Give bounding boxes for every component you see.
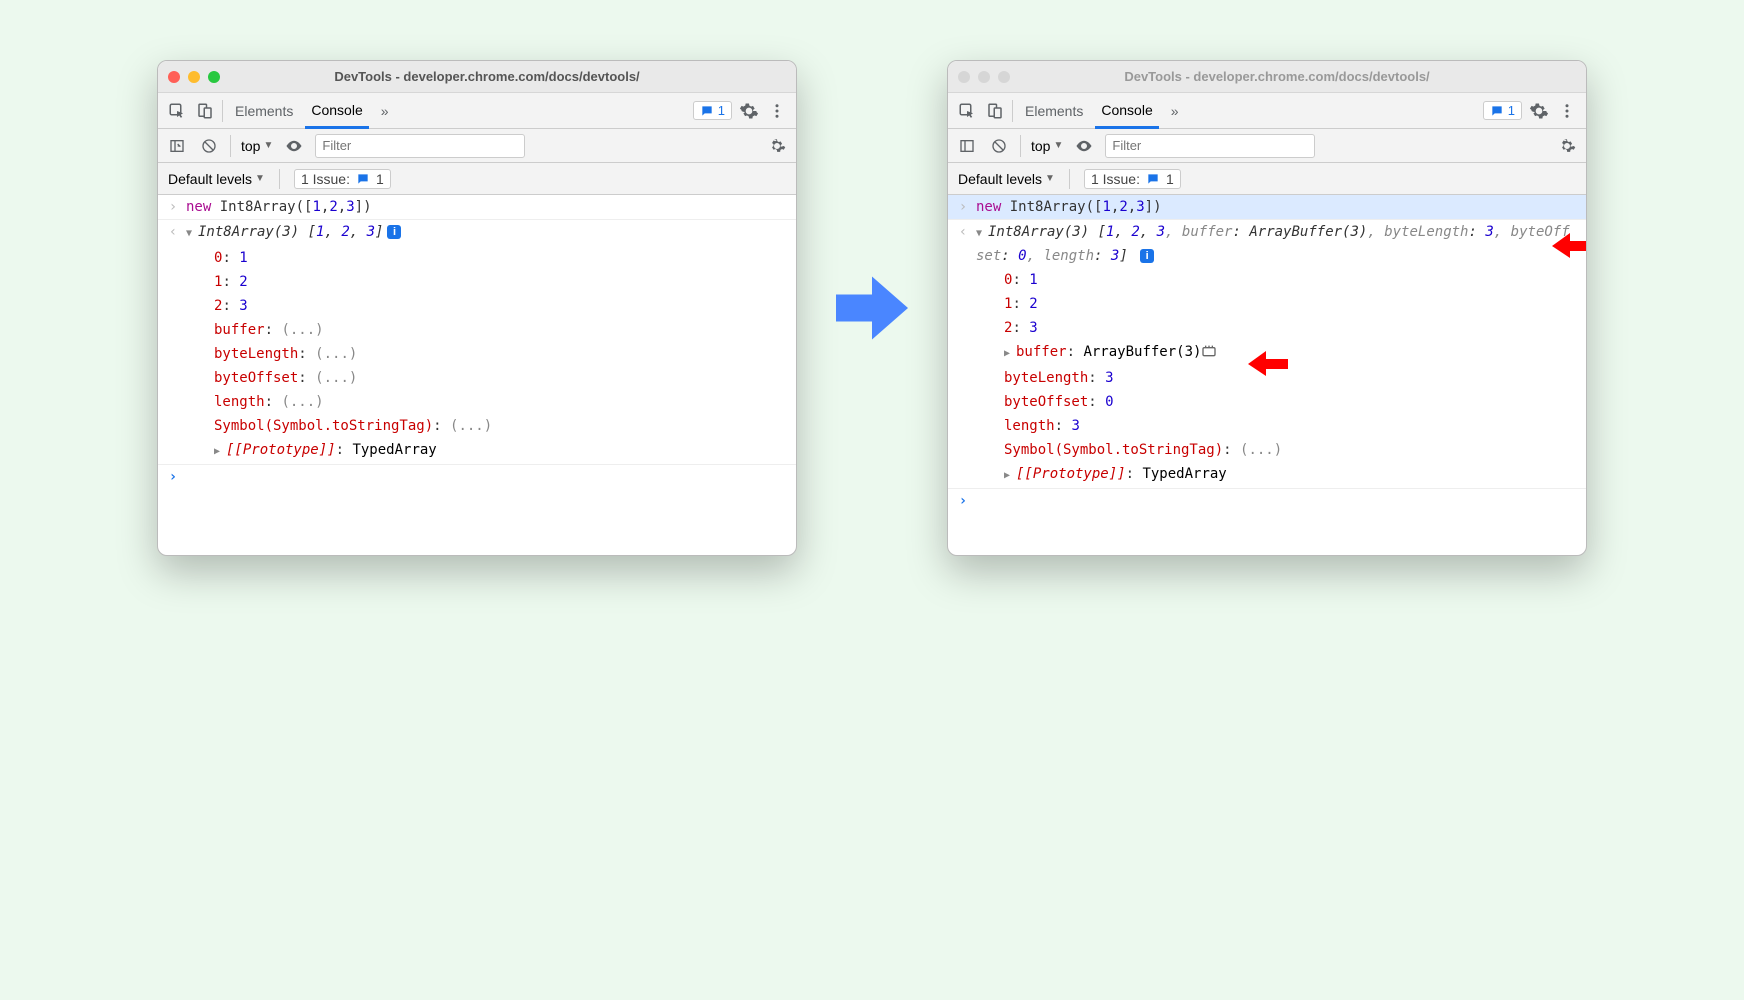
window-title: DevTools - developer.chrome.com/docs/dev… bbox=[228, 69, 786, 84]
lazy-prop[interactable]: byteLength: (...) bbox=[158, 342, 796, 366]
transition-arrow-icon bbox=[827, 263, 917, 353]
context-selector[interactable]: top ▼ bbox=[241, 138, 273, 154]
issues-count: 1 bbox=[376, 171, 384, 187]
filter-input[interactable] bbox=[1105, 134, 1315, 158]
device-toggle-icon[interactable] bbox=[984, 100, 1006, 122]
lazy-prop[interactable]: Symbol(Symbol.toStringTag): (...) bbox=[158, 414, 796, 438]
console-settings-gear-icon[interactable] bbox=[766, 135, 788, 157]
console-settings-gear-icon[interactable] bbox=[1556, 135, 1578, 157]
console-filterbar: Default levels ▼ 1 Issue: 1 bbox=[948, 163, 1586, 195]
inspect-icon[interactable] bbox=[166, 100, 188, 122]
minimize-dot-icon[interactable] bbox=[978, 71, 990, 83]
console-sidebar-toggle-icon[interactable] bbox=[956, 135, 978, 157]
console-filterbar: Default levels ▼ 1 Issue: 1 bbox=[158, 163, 796, 195]
lazy-prop[interactable]: length: (...) bbox=[158, 390, 796, 414]
prompt-row[interactable]: › bbox=[158, 465, 796, 489]
titlebar[interactable]: DevTools - developer.chrome.com/docs/dev… bbox=[948, 61, 1586, 93]
input-chevron-icon: › bbox=[166, 196, 180, 218]
device-toggle-icon[interactable] bbox=[194, 100, 216, 122]
zoom-dot-icon[interactable] bbox=[998, 71, 1010, 83]
settings-gear-icon[interactable] bbox=[1528, 100, 1550, 122]
input-row: › new Int8Array([1,2,3]) bbox=[948, 195, 1586, 220]
devtools-tabs: Elements Console » 1 bbox=[948, 93, 1586, 129]
prompt-row[interactable]: › bbox=[948, 489, 1586, 513]
memory-inspector-icon[interactable] bbox=[1201, 344, 1217, 358]
info-icon[interactable]: i bbox=[1140, 249, 1154, 263]
console-input-code: new Int8Array([1,2,3]) bbox=[186, 196, 788, 218]
array-entry[interactable]: 0: 1 bbox=[948, 268, 1586, 292]
titlebar[interactable]: DevTools - developer.chrome.com/docs/dev… bbox=[158, 61, 796, 93]
log-level-selector[interactable]: Default levels ▼ bbox=[168, 171, 265, 187]
input-row: › new Int8Array([1,2,3]) bbox=[158, 195, 796, 220]
eager-prop[interactable]: byteLength: 3 bbox=[948, 366, 1586, 390]
eager-prop[interactable]: length: 3 bbox=[948, 414, 1586, 438]
traffic-lights-inactive[interactable] bbox=[958, 71, 1010, 83]
minimize-dot-icon[interactable] bbox=[188, 71, 200, 83]
traffic-lights[interactable] bbox=[168, 71, 220, 83]
inspect-icon[interactable] bbox=[956, 100, 978, 122]
zoom-dot-icon[interactable] bbox=[208, 71, 220, 83]
console-log-area[interactable]: › new Int8Array([1,2,3]) ‹ ▼Int8Array(3)… bbox=[158, 195, 796, 555]
console-log-area[interactable]: › new Int8Array([1,2,3]) ‹ ▼Int8Array(3)… bbox=[948, 195, 1586, 555]
console-input-code: new Int8Array([1,2,3]) bbox=[976, 196, 1578, 218]
devtools-window-before: DevTools - developer.chrome.com/docs/dev… bbox=[157, 60, 797, 556]
issues-chip[interactable]: 1 Issue: 1 bbox=[1084, 169, 1181, 189]
clear-console-icon[interactable] bbox=[198, 135, 220, 157]
lazy-prop[interactable]: buffer: (...) bbox=[158, 318, 796, 342]
buffer-row[interactable]: ▶buffer: ArrayBuffer(3) bbox=[948, 340, 1586, 366]
array-entry[interactable]: 1: 2 bbox=[948, 292, 1586, 316]
prototype-row[interactable]: ▶[[Prototype]]: TypedArray bbox=[158, 438, 796, 465]
output-row[interactable]: ‹ ▼Int8Array(3) [1, 2, 3]i bbox=[158, 220, 796, 246]
kebab-menu-icon[interactable] bbox=[766, 100, 788, 122]
kebab-menu-icon[interactable] bbox=[1556, 100, 1578, 122]
log-level-selector[interactable]: Default levels ▼ bbox=[958, 171, 1055, 187]
tab-more[interactable]: » bbox=[1165, 93, 1185, 129]
live-expression-eye-icon[interactable] bbox=[283, 135, 305, 157]
prototype-row[interactable]: ▶[[Prototype]]: TypedArray bbox=[948, 462, 1586, 489]
settings-gear-icon[interactable] bbox=[738, 100, 760, 122]
array-entry[interactable]: 1: 2 bbox=[158, 270, 796, 294]
tab-more[interactable]: » bbox=[375, 93, 395, 129]
array-entry[interactable]: 0: 1 bbox=[158, 246, 796, 270]
symbol-row[interactable]: Symbol(Symbol.toStringTag): (...) bbox=[948, 438, 1586, 462]
clear-console-icon[interactable] bbox=[988, 135, 1010, 157]
prompt-chevron-icon: › bbox=[166, 466, 180, 488]
output-summary[interactable]: ▼Int8Array(3) [1, 2, 3, buffer: ArrayBuf… bbox=[976, 221, 1578, 267]
issues-badge[interactable]: 1 bbox=[1483, 101, 1522, 120]
live-expression-eye-icon[interactable] bbox=[1073, 135, 1095, 157]
input-chevron-icon: › bbox=[956, 196, 970, 218]
issues-chip[interactable]: 1 Issue: 1 bbox=[294, 169, 391, 189]
filter-input[interactable] bbox=[315, 134, 525, 158]
array-entry[interactable]: 2: 3 bbox=[948, 316, 1586, 340]
info-icon[interactable]: i bbox=[387, 225, 401, 239]
tab-console[interactable]: Console bbox=[305, 93, 368, 129]
output-row[interactable]: ‹ ▼Int8Array(3) [1, 2, 3, buffer: ArrayB… bbox=[948, 220, 1586, 268]
console-toolbar: top ▼ bbox=[158, 129, 796, 163]
devtools-tabs: Elements Console » 1 bbox=[158, 93, 796, 129]
eager-prop[interactable]: byteOffset: 0 bbox=[948, 390, 1586, 414]
close-dot-icon[interactable] bbox=[168, 71, 180, 83]
issues-label: 1 Issue: bbox=[301, 171, 350, 187]
close-dot-icon[interactable] bbox=[958, 71, 970, 83]
output-summary[interactable]: ▼Int8Array(3) [1, 2, 3]i bbox=[186, 221, 788, 245]
tab-elements[interactable]: Elements bbox=[1019, 93, 1089, 129]
window-title: DevTools - developer.chrome.com/docs/dev… bbox=[1018, 69, 1576, 84]
badge-count: 1 bbox=[1508, 103, 1515, 118]
lazy-prop[interactable]: byteOffset: (...) bbox=[158, 366, 796, 390]
tab-elements[interactable]: Elements bbox=[229, 93, 299, 129]
output-chevron-icon: ‹ bbox=[166, 221, 180, 245]
issues-badge[interactable]: 1 bbox=[693, 101, 732, 120]
devtools-window-after: DevTools - developer.chrome.com/docs/dev… bbox=[947, 60, 1587, 556]
array-entry[interactable]: 2: 3 bbox=[158, 294, 796, 318]
context-selector[interactable]: top ▼ bbox=[1031, 138, 1063, 154]
console-sidebar-toggle-icon[interactable] bbox=[166, 135, 188, 157]
output-chevron-icon: ‹ bbox=[956, 221, 970, 267]
badge-count: 1 bbox=[718, 103, 725, 118]
tab-console[interactable]: Console bbox=[1095, 93, 1158, 129]
console-toolbar: top ▼ bbox=[948, 129, 1586, 163]
prompt-chevron-icon: › bbox=[956, 490, 970, 512]
